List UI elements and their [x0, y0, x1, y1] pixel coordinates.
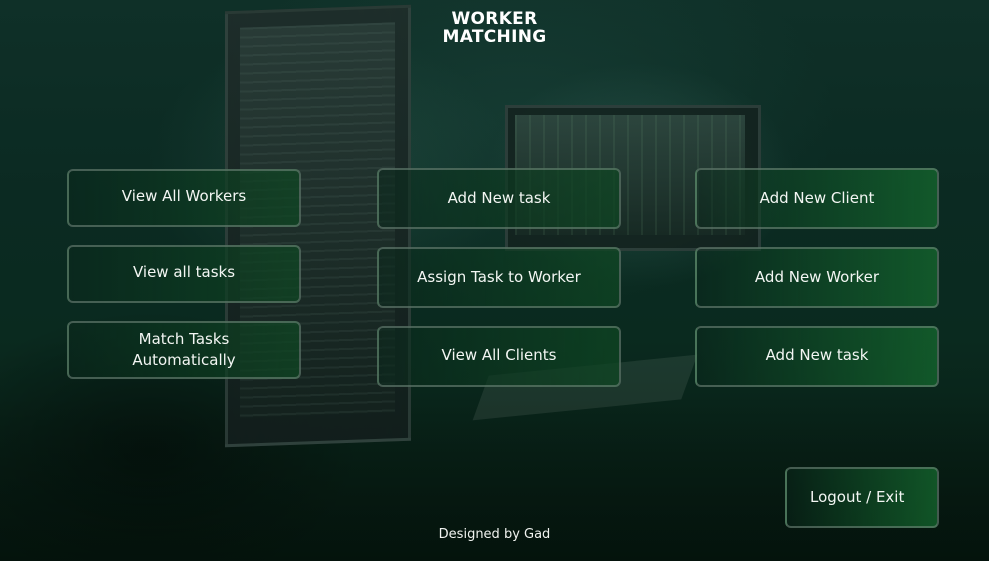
designer-credit: Designed by Gad [438, 527, 551, 542]
view-all-tasks-label: View all tasks [132, 262, 236, 281]
add-new-worker-label: Add New Worker [754, 268, 880, 286]
add-new-worker-button[interactable]: Add New Worker [695, 247, 939, 308]
assign-task-to-worker-label: Assign Task to Worker [417, 268, 581, 286]
app-title: WORKER MATCHING [0, 10, 989, 46]
match-tasks-label-line1: Match Tasks [138, 330, 230, 348]
assign-task-to-worker-button[interactable]: Assign Task to Worker [377, 247, 621, 308]
add-new-task-right-button[interactable]: Add New task [695, 326, 939, 387]
logout-exit-label: Logout / Exit [810, 488, 905, 506]
view-all-clients-label: View All Clients [441, 345, 557, 364]
view-all-workers-button[interactable]: View All Workers [67, 169, 301, 227]
match-tasks-label-line2: Automatically [132, 351, 236, 369]
match-tasks-automatically-button[interactable]: Match Tasks Automatically [67, 321, 301, 379]
logout-exit-button[interactable]: Logout / Exit [785, 467, 939, 528]
add-new-task-button[interactable]: Add New task [377, 168, 621, 229]
add-new-client-button[interactable]: Add New Client [695, 168, 939, 229]
add-new-task-label: Add New task [447, 189, 551, 207]
add-new-client-label: Add New Client [759, 189, 875, 207]
view-all-tasks-button[interactable]: View all tasks [67, 245, 301, 303]
app-title-line1: WORKER [451, 9, 538, 29]
view-all-workers-label: View All Workers [121, 186, 247, 205]
add-new-task-right-label: Add New task [765, 345, 869, 364]
app-title-line2: MATCHING [442, 27, 547, 47]
view-all-clients-button[interactable]: View All Clients [377, 326, 621, 387]
